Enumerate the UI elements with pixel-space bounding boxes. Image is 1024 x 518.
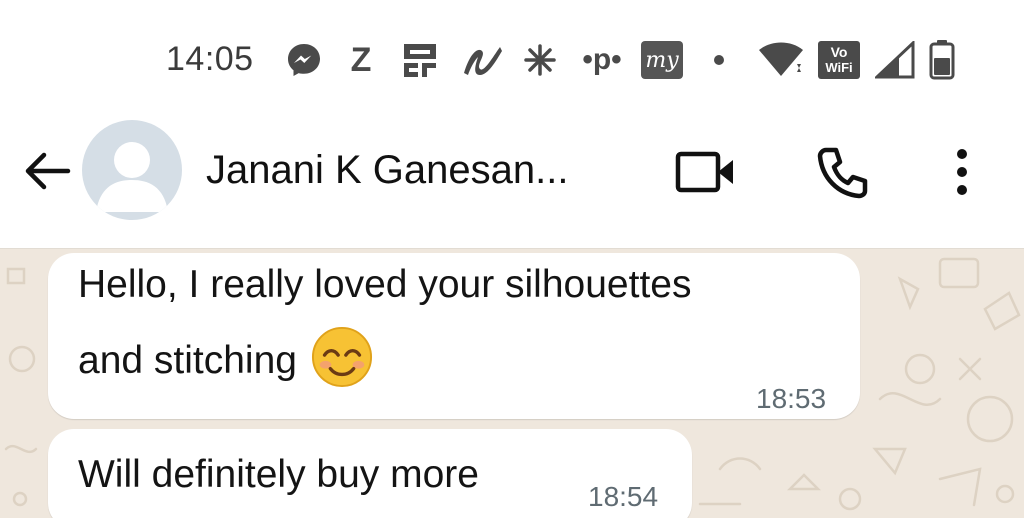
vowifi-top-label: Vo (830, 44, 848, 60)
video-call-button[interactable] (674, 140, 738, 204)
wifi-icon (756, 38, 806, 82)
dot-icon (708, 38, 730, 82)
message-bubble[interactable]: Will definitely buy more 18:54 (48, 429, 692, 518)
signal-icon (874, 38, 918, 82)
message-text: and stitching (78, 339, 297, 382)
vowifi-bottom-label: WiFi (825, 60, 853, 75)
video-call-icon (675, 151, 733, 193)
battery-icon (926, 38, 958, 82)
contact-name[interactable]: Janani K Ganesan... (206, 148, 568, 193)
messenger-icon (284, 38, 324, 82)
message-text-line: Hello, I really loved your silhouettes (78, 263, 692, 306)
avatar[interactable] (82, 120, 182, 220)
message-text: Will definitely buy more (78, 453, 479, 496)
status-time: 14:05 (166, 40, 254, 78)
swirl-app-icon (458, 38, 506, 82)
default-avatar-icon (96, 142, 168, 212)
chat-area[interactable]: Hello, I really loved your silhouettes a… (0, 248, 1024, 518)
phone-icon (817, 147, 868, 199)
back-button[interactable] (18, 142, 76, 200)
paytm-icon: •p• (582, 43, 622, 76)
status-bar: 14:05 Z •p• my Vo WiFi (0, 0, 1024, 110)
qr-app-icon (400, 38, 440, 82)
vowifi-icon: Vo WiFi (816, 38, 862, 82)
more-vert-icon (957, 149, 967, 195)
smiling-face-emoji-icon (311, 326, 373, 387)
my-app-label: my (641, 41, 683, 79)
my-app-icon: my (640, 38, 684, 82)
z-app-icon: Z (350, 40, 372, 79)
spark-icon (522, 38, 558, 82)
voice-call-button[interactable] (810, 140, 874, 204)
message-time: 18:54 (588, 481, 659, 512)
more-options-button[interactable] (930, 140, 994, 204)
chat-header: Janani K Ganesan... (0, 110, 1024, 248)
message-bubble[interactable]: Hello, I really loved your silhouettes a… (48, 253, 860, 419)
message-text-line-2: and stitching (78, 326, 373, 394)
message-time: 18:53 (756, 383, 827, 414)
back-arrow-icon (25, 152, 71, 190)
